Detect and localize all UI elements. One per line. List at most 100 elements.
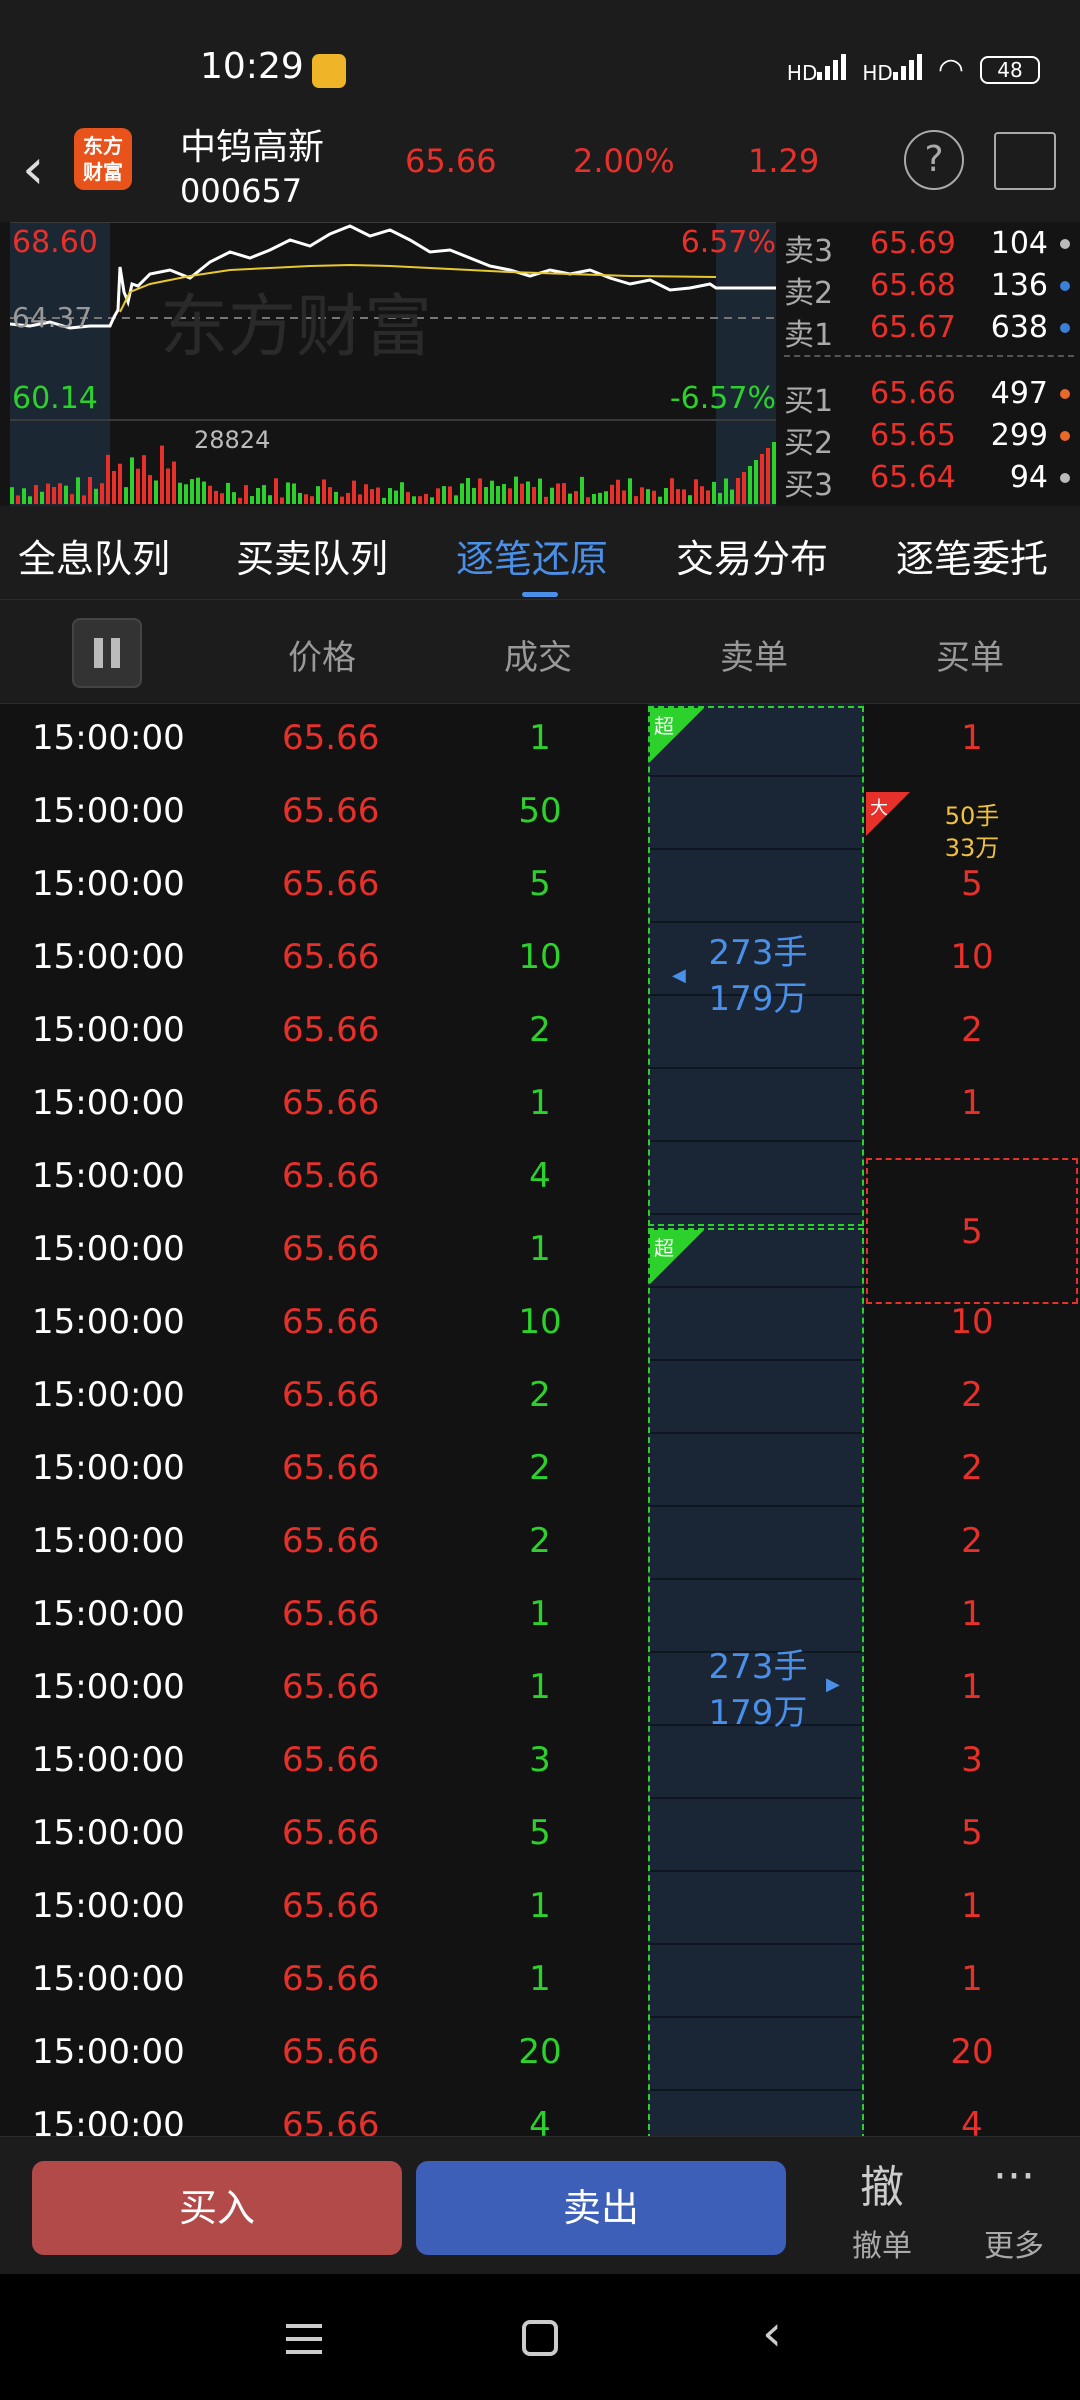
- volume-bar: [388, 488, 392, 504]
- tab-tick-orders[interactable]: 逐笔委托: [896, 528, 1066, 583]
- sell-button[interactable]: 卖出: [416, 2161, 786, 2255]
- level-dot-icon: [1060, 281, 1070, 291]
- volume-bar: [742, 472, 746, 504]
- volume-bar: [736, 478, 740, 504]
- volume-bar: [712, 481, 716, 504]
- row-volume: 2: [529, 1448, 551, 1488]
- stock-change-pct: 2.00%: [573, 142, 675, 180]
- row-time: 15:00:00: [32, 1813, 185, 1853]
- row-price: 65.66: [282, 1156, 380, 1196]
- back-icon[interactable]: ‹: [22, 140, 72, 200]
- row-time: 15:00:00: [32, 1156, 185, 1196]
- volume-bar: [238, 497, 242, 504]
- volume-bar: [688, 495, 692, 504]
- row-time: 15:00:00: [32, 1740, 185, 1780]
- column-header: 价格 成交 卖单 买单: [0, 600, 1080, 704]
- cancel-order-label[interactable]: 撤单: [832, 2221, 932, 2265]
- volume-bar: [364, 484, 368, 504]
- help-icon[interactable]: ?: [904, 130, 964, 190]
- volume-bar: [322, 479, 326, 504]
- stock-header: ‹ 东方 财富 中钨高新 000657 65.66 2.00% 1.29 ?: [0, 118, 1080, 222]
- tick-table[interactable]: 超 273手 179万 ◀ 超 273手 179万 ▶ 大 50手 33万 5 …: [0, 704, 1080, 2136]
- cancel-order-icon[interactable]: 撤: [832, 2151, 932, 2215]
- volume-bar: [496, 486, 500, 504]
- level-dot-icon: [1060, 473, 1070, 483]
- tab-bid-ask-queue[interactable]: 买卖队列: [236, 528, 388, 583]
- volume-bar: [532, 486, 536, 504]
- table-row: 15:00:00 65.66 3 3: [0, 1726, 1080, 1799]
- volume-bar: [22, 488, 26, 504]
- more-icon[interactable]: ···: [964, 2151, 1064, 2202]
- buy-button[interactable]: 买入: [32, 2161, 402, 2255]
- volume-bar: [400, 482, 404, 504]
- bid-level[interactable]: 买3 65.64 94: [784, 458, 1080, 503]
- home-icon[interactable]: [522, 2320, 558, 2356]
- table-row: 15:00:00 65.66 2 2: [0, 1507, 1080, 1580]
- row-price: 65.66: [282, 1229, 380, 1269]
- volume-bar: [256, 487, 260, 504]
- intraday-chart[interactable]: 东方财富 68.60 64.37 60.14 6.57% -6.57% 2882…: [10, 222, 776, 506]
- row-volume: 1: [529, 1667, 551, 1707]
- tab-tick-restore[interactable]: 逐笔还原: [456, 528, 608, 583]
- table-row: 15:00:00 65.66 1 1: [0, 1069, 1080, 1142]
- row-volume: 1: [529, 1083, 551, 1123]
- row-time: 15:00:00: [32, 1959, 185, 1999]
- level-dot-icon: [1060, 323, 1070, 333]
- row-volume: 4: [529, 1156, 551, 1196]
- row-price: 65.66: [282, 1740, 380, 1780]
- row-buy: 1: [961, 1959, 983, 1999]
- volume-bar: [64, 485, 68, 504]
- table-row: 15:00:00 65.66 20 20: [0, 2018, 1080, 2091]
- bid-level[interactable]: 买2 65.65 299: [784, 416, 1080, 461]
- bid-level[interactable]: 买1 65.66 497: [784, 374, 1080, 419]
- pause-button[interactable]: [72, 618, 142, 688]
- volume-bar: [748, 466, 752, 504]
- ask-level[interactable]: 卖3 65.69 104: [784, 224, 1080, 269]
- volume-bar: [580, 476, 584, 504]
- volume-bar: [562, 483, 566, 504]
- volume-bar: [250, 496, 254, 504]
- volume-bar: [70, 494, 74, 504]
- volume-bar: [160, 445, 164, 504]
- tab-trade-distribution[interactable]: 交易分布: [676, 528, 828, 583]
- volume-bar: [112, 471, 116, 504]
- volume-bar: [202, 481, 206, 504]
- row-price: 65.66: [282, 1886, 380, 1926]
- volume-bar: [232, 492, 236, 504]
- volume-bar: [706, 490, 710, 504]
- recent-apps-icon[interactable]: [286, 2324, 322, 2363]
- volume-bar: [286, 482, 290, 504]
- volume-bar: [340, 496, 344, 504]
- volume-bar: [268, 495, 272, 504]
- volume-bar: [490, 480, 494, 504]
- app-logo: 东方 财富: [74, 128, 132, 190]
- ask-level[interactable]: 卖1 65.67 638: [784, 308, 1080, 353]
- level-price: 65.64: [870, 460, 956, 495]
- volume-bar: [454, 495, 458, 504]
- volume-bar: [298, 492, 302, 504]
- row-buy: 2: [961, 1448, 983, 1488]
- status-bar: 10:29 HD HD ◠ 48: [0, 0, 1080, 118]
- row-buy: 1: [961, 1667, 983, 1707]
- volume-bar: [418, 496, 422, 504]
- volume-bar: [640, 487, 644, 504]
- row-price: 65.66: [282, 2032, 380, 2072]
- ask-level[interactable]: 卖2 65.68 136: [784, 266, 1080, 311]
- row-price: 65.66: [282, 1667, 380, 1707]
- row-buy: 1: [961, 1886, 983, 1926]
- layout-switch-icon[interactable]: [994, 132, 1056, 190]
- table-row: 15:00:00 65.66 4: [0, 1142, 1080, 1215]
- chart-high-label: 68.60: [12, 225, 98, 260]
- volume-bar: [478, 478, 482, 504]
- level-label: 卖3: [784, 234, 834, 269]
- row-volume: 1: [529, 1886, 551, 1926]
- volume-bar: [142, 455, 146, 504]
- signal-1-icon: HD: [787, 54, 847, 85]
- level-label: 买1: [784, 384, 834, 419]
- row-buy: 1: [961, 718, 983, 758]
- tab-full-queue[interactable]: 全息队列: [18, 528, 170, 583]
- nav-back-icon[interactable]: ‹: [762, 2304, 782, 2362]
- volume-bar: [196, 477, 200, 504]
- volume-bar: [700, 486, 704, 504]
- more-label[interactable]: 更多: [964, 2221, 1064, 2265]
